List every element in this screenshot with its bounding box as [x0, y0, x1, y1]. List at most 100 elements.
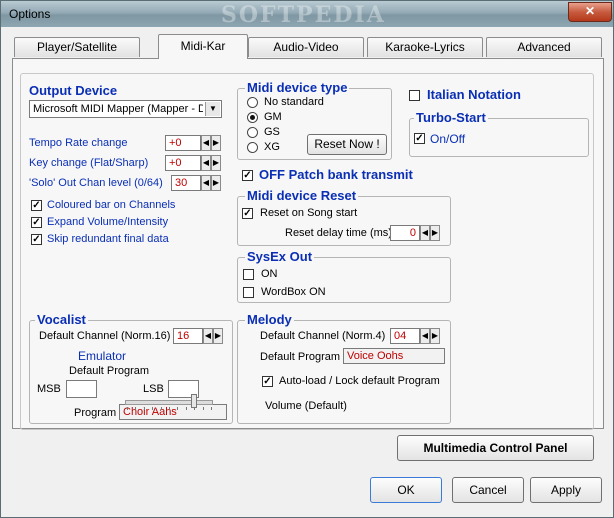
volume-slider-tick — [169, 407, 170, 410]
delay-increase-button[interactable]: ▶ — [430, 225, 440, 241]
msb-label: MSB — [37, 383, 61, 395]
tempo-decrease-button[interactable]: ◀ — [201, 135, 211, 151]
ok-button[interactable]: OK — [370, 477, 442, 503]
italian-notation-checkbox[interactable] — [409, 90, 420, 101]
check-icon: ✓ — [32, 200, 41, 211]
check-icon: ✓ — [415, 133, 424, 144]
arrow-right-icon: ▶ — [212, 178, 220, 187]
chevron-down-icon[interactable]: ▼ — [205, 102, 220, 116]
multimedia-control-panel-button[interactable]: Multimedia Control Panel — [397, 435, 594, 461]
arrow-left-icon: ◀ — [421, 331, 429, 340]
solo-increase-button[interactable]: ▶ — [211, 175, 221, 191]
vocalist-channel-field[interactable]: 16 — [173, 328, 203, 344]
melody-program-field[interactable]: Voice Oohs — [343, 348, 445, 364]
volume-slider-tick — [160, 407, 162, 410]
tab-player-satellite[interactable]: Player/Satellite — [14, 37, 140, 57]
arrow-right-icon: ▶ — [212, 158, 220, 167]
sysex-on-label: ON — [261, 268, 278, 280]
tab-advanced[interactable]: Advanced — [486, 37, 602, 57]
volume-slider-tick — [152, 407, 154, 410]
wordbox-on-label: WordBox ON — [261, 286, 326, 298]
check-icon: ✓ — [243, 170, 252, 181]
skip-redundant-label: Skip redundant final data — [47, 233, 169, 245]
reset-now-button[interactable]: Reset Now ! — [307, 134, 387, 155]
coloured-bar-label: Coloured bar on Channels — [47, 199, 176, 211]
key-increase-button[interactable]: ▶ — [211, 155, 221, 171]
melody-channel-decrease-button[interactable]: ◀ — [420, 328, 430, 344]
volume-slider-tick — [127, 407, 128, 410]
radio-gs[interactable] — [247, 127, 258, 138]
volume-slider-tick — [211, 407, 212, 410]
emulator-label: Emulator — [78, 349, 127, 363]
output-device-value: Microsoft MIDI Mapper (Mapper - Dri — [33, 103, 203, 115]
tab-midi-kar[interactable]: Midi-Kar — [158, 34, 248, 59]
autoload-checkbox[interactable]: ✓ — [262, 376, 273, 387]
expand-volume-checkbox[interactable]: ✓ — [31, 217, 42, 228]
close-icon: ✕ — [584, 4, 596, 18]
coloured-bar-checkbox[interactable]: ✓ — [31, 200, 42, 211]
volume-slider-tick — [194, 407, 196, 410]
output-device-title: Output Device — [29, 83, 118, 98]
volume-slider-tick — [177, 407, 179, 410]
wordbox-on-checkbox[interactable] — [243, 287, 254, 298]
watermark: SOFTPEDIA — [221, 2, 386, 28]
radio-no-standard-label: No standard — [264, 96, 324, 108]
off-patch-label: OFF Patch bank transmit — [259, 167, 413, 182]
vocalist-channel-increase-button[interactable]: ▶ — [213, 328, 223, 344]
solo-decrease-button[interactable]: ◀ — [201, 175, 211, 191]
check-icon: ✓ — [243, 208, 252, 219]
cancel-button[interactable]: Cancel — [452, 477, 524, 503]
sysex-on-checkbox[interactable] — [243, 269, 254, 280]
melody-channel-field[interactable]: 04 — [390, 328, 420, 344]
vocalist-default-program-label: Default Program — [69, 365, 150, 377]
radio-gm[interactable] — [247, 112, 258, 123]
reset-song-start-label: Reset on Song start — [260, 207, 358, 219]
lsb-label: LSB — [143, 383, 164, 395]
options-window: Options SOFTPEDIA ✕ Player/Satellite Mid… — [0, 0, 614, 518]
melody-channel-increase-button[interactable]: ▶ — [430, 328, 440, 344]
check-icon: ✓ — [32, 234, 41, 245]
close-button[interactable]: ✕ — [568, 2, 612, 22]
melody-channel-label: Default Channel (Norm.4) — [260, 330, 386, 342]
volume-label: Volume (Default) — [265, 400, 347, 412]
window-title: Options — [9, 7, 51, 21]
radio-xg[interactable] — [247, 142, 258, 153]
vocalist-channel-decrease-button[interactable]: ◀ — [203, 328, 213, 344]
tab-karaoke-lyrics[interactable]: Karaoke-Lyrics — [367, 37, 483, 57]
expand-volume-label: Expand Volume/Intensity — [47, 216, 169, 228]
turbo-start-title: Turbo-Start — [414, 110, 488, 125]
radio-no-standard[interactable] — [247, 97, 258, 108]
key-decrease-button[interactable]: ◀ — [201, 155, 211, 171]
melody-default-program-label: Default Program — [260, 351, 341, 363]
apply-button[interactable]: Apply — [530, 477, 602, 503]
tab-audio-video[interactable]: Audio-Video — [248, 37, 364, 57]
volume-slider-thumb[interactable] — [190, 394, 197, 408]
turbo-start-checkbox[interactable]: ✓ — [414, 133, 425, 144]
sysex-title: SysEx Out — [245, 249, 315, 264]
solo-field[interactable]: 30 — [171, 175, 201, 191]
arrow-left-icon: ◀ — [202, 138, 210, 147]
autoload-label: Auto-load / Lock default Program — [279, 375, 440, 387]
midi-type-title: Midi device type — [245, 80, 350, 95]
tempo-field[interactable]: +0 — [165, 135, 201, 151]
arrow-right-icon: ▶ — [431, 228, 439, 237]
vocalist-title: Vocalist — [35, 312, 88, 327]
turbo-start-label: On/Off — [430, 132, 466, 146]
reset-song-start-checkbox[interactable]: ✓ — [242, 208, 253, 219]
reset-delay-field[interactable]: 0 — [390, 225, 420, 241]
key-field[interactable]: +0 — [165, 155, 201, 171]
tempo-increase-button[interactable]: ▶ — [211, 135, 221, 151]
title-bar[interactable]: Options SOFTPEDIA ✕ — [1, 1, 613, 28]
msb-field[interactable] — [66, 380, 97, 398]
delay-decrease-button[interactable]: ◀ — [420, 225, 430, 241]
reset-delay-label: Reset delay time (ms) — [285, 227, 392, 239]
key-label: Key change (Flat/Sharp) — [29, 157, 149, 169]
off-patch-checkbox[interactable]: ✓ — [242, 170, 253, 181]
vocalist-program-label: Program — [74, 407, 117, 419]
output-device-select[interactable]: Microsoft MIDI Mapper (Mapper - Dri ▼ — [29, 100, 222, 118]
radio-xg-label: XG — [264, 141, 280, 153]
volume-slider-track[interactable] — [125, 400, 213, 405]
skip-redundant-checkbox[interactable]: ✓ — [31, 234, 42, 245]
arrow-left-icon: ◀ — [202, 178, 210, 187]
tempo-label: Tempo Rate change — [29, 137, 128, 149]
